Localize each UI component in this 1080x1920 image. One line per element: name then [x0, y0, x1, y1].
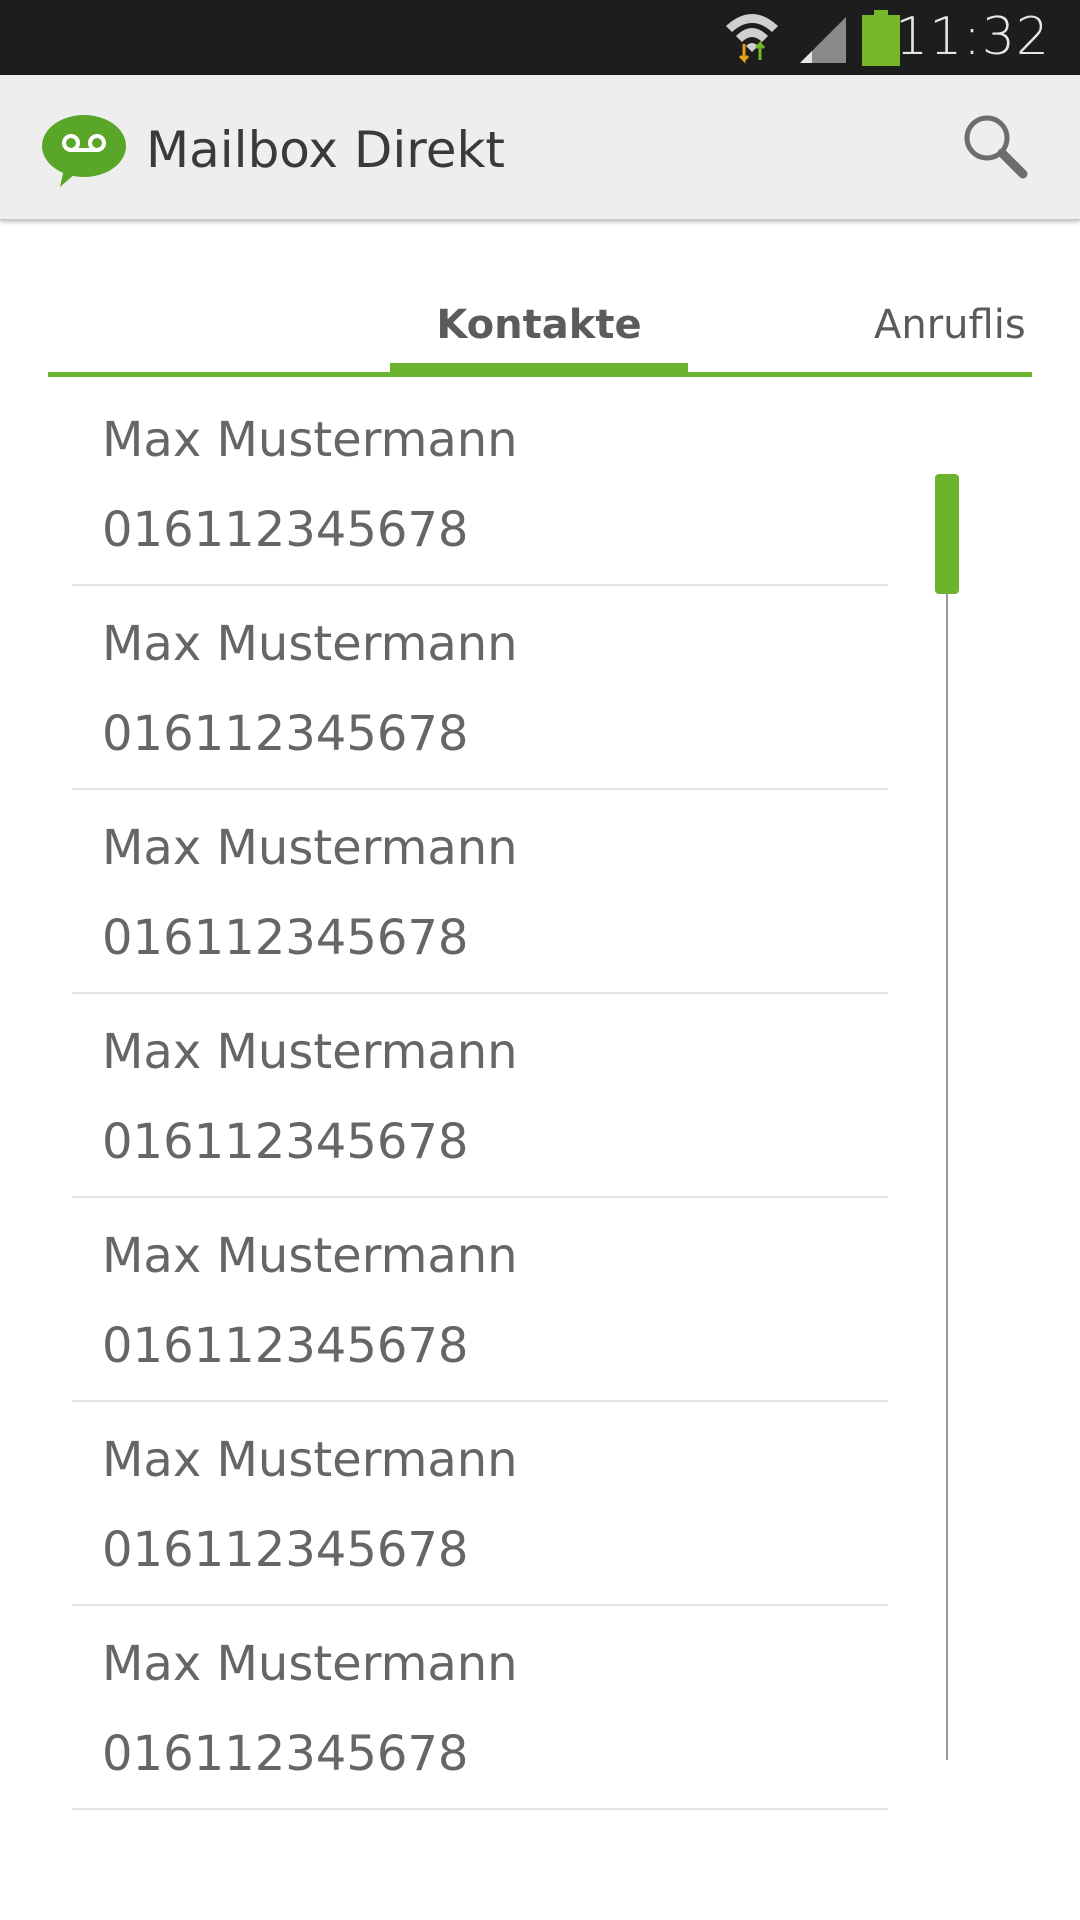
scrollbar-thumb[interactable] [935, 474, 959, 594]
contact-name: Max Mustermann [102, 616, 518, 672]
voicemail-bubble-icon [42, 115, 126, 187]
wifi-icon [726, 14, 778, 64]
contact-list: Max Mustermann 016112345678 Max Musterma… [72, 382, 888, 1810]
search-button[interactable] [954, 105, 1036, 187]
scrollbar-track[interactable] [946, 474, 948, 1760]
contact-list-item[interactable]: Max Mustermann 016112345678 [72, 586, 888, 790]
contact-name: Max Mustermann [102, 1432, 518, 1488]
contact-list-item[interactable]: Max Mustermann 016112345678 [72, 1606, 888, 1810]
contact-name: Max Mustermann [102, 1228, 518, 1284]
contact-list-item[interactable]: Max Mustermann 016112345678 [72, 1198, 888, 1402]
contact-number: 016112345678 [102, 1114, 469, 1170]
contact-name: Max Mustermann [102, 1636, 518, 1692]
status-bar: 11:32 [0, 0, 1080, 75]
contact-name: Max Mustermann [102, 1024, 518, 1080]
app-title: Mailbox Direkt [146, 121, 506, 179]
contact-list-item[interactable]: Max Mustermann 016112345678 [72, 994, 888, 1198]
contact-number: 016112345678 [102, 1726, 469, 1782]
action-bar: Mailbox Direkt [0, 75, 1080, 220]
contact-number: 016112345678 [102, 1318, 469, 1374]
contact-number: 016112345678 [102, 706, 469, 762]
tab-strip: Kontakte Anruflis [48, 265, 1032, 380]
contact-list-item[interactable]: Max Mustermann 016112345678 [72, 790, 888, 994]
search-icon [964, 115, 1028, 179]
cell-signal-icon [800, 17, 846, 63]
tab-anrufliste[interactable]: Anruflis [874, 295, 1026, 355]
contact-number: 016112345678 [102, 910, 469, 966]
contact-number: 016112345678 [102, 502, 469, 558]
contact-number: 016112345678 [102, 1522, 469, 1578]
contact-name: Max Mustermann [102, 412, 518, 468]
contact-name: Max Mustermann [102, 820, 518, 876]
tab-active-indicator [390, 363, 688, 377]
status-time: 11:32 [895, 7, 1050, 67]
contact-list-item[interactable]: Max Mustermann 016112345678 [72, 1402, 888, 1606]
tab-kontakte[interactable]: Kontakte [390, 295, 688, 355]
contact-list-item[interactable]: Max Mustermann 016112345678 [72, 382, 888, 586]
